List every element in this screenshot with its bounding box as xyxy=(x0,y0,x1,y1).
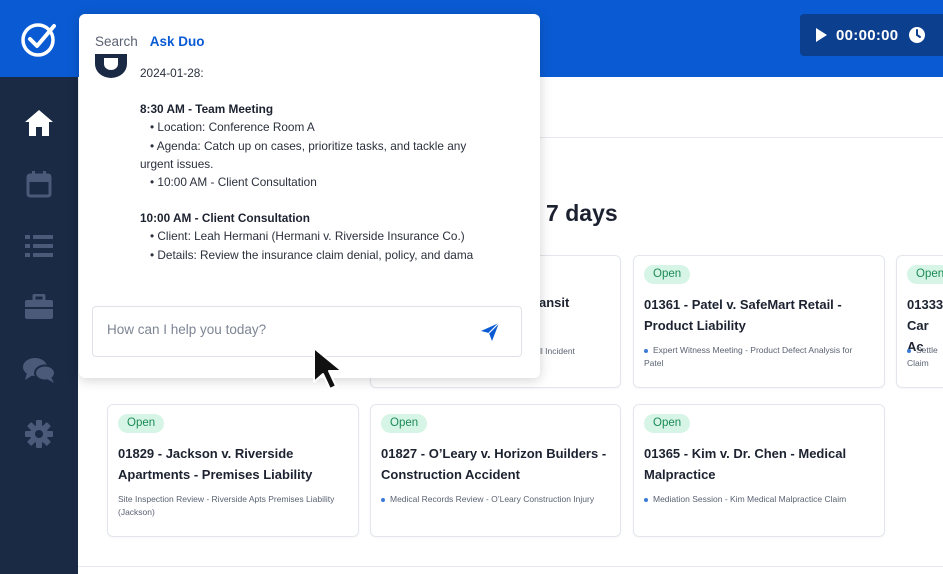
case-subtitle: Expert Witness Meeting - Product Defect … xyxy=(644,345,853,368)
event-heading: 8:30 AM - Team Meeting xyxy=(140,102,274,117)
chat-icon xyxy=(23,358,56,383)
panel-tabs: Search Ask Duo xyxy=(95,34,205,55)
case-title: ansit xyxy=(539,295,570,310)
case-title: 01827 - O’Leary v. Horizon Builders - Co… xyxy=(381,446,607,482)
status-badge: Open xyxy=(644,265,691,284)
tab-search[interactable]: Search xyxy=(95,34,138,55)
event-detail: • Details: Review the insurance claim de… xyxy=(150,247,474,262)
header-divider xyxy=(540,137,943,138)
case-card[interactable]: Open 01365 - Kim v. Dr. Chen - Medical M… xyxy=(633,404,885,537)
checkmark-logo-icon[interactable] xyxy=(18,18,60,60)
case-title: 01365 - Kim v. Dr. Chen - Medical Malpra… xyxy=(644,446,847,482)
assistant-message: 2024-01-28: 8:30 AM - Team Meeting • Loc… xyxy=(140,64,532,264)
event-detail: • Agenda: Catch up on cases, prioritize … xyxy=(150,138,467,153)
case-title: 01829 - Jackson v. Riverside Apartments … xyxy=(118,446,313,482)
chat-input-box xyxy=(92,306,522,357)
send-icon[interactable] xyxy=(480,322,500,342)
event-detail: • Location: Conference Room A xyxy=(150,120,315,135)
bullet-dot-icon xyxy=(907,348,911,353)
timer-button[interactable]: 00:00:00 xyxy=(800,14,943,56)
message-date: 2024-01-28: xyxy=(140,66,204,80)
sidebar-item-cases[interactable] xyxy=(22,290,56,324)
case-subtitle: Settle Claim xyxy=(907,345,938,368)
bullet-dot-icon xyxy=(644,348,648,353)
sidebar-item-calendar[interactable] xyxy=(22,167,56,201)
assistant-avatar-icon xyxy=(95,54,127,78)
status-badge: Open xyxy=(644,414,691,433)
case-subtitle: Site Inspection Review - Riverside Apts … xyxy=(118,494,335,517)
event-detail: • 10:00 AM - Client Consultation xyxy=(150,175,317,190)
sidebar-item-messages[interactable] xyxy=(22,353,56,387)
timer-display: 00:00:00 xyxy=(836,26,899,44)
chat-input[interactable] xyxy=(107,322,467,337)
mouse-cursor-icon xyxy=(313,347,343,390)
sidebar-item-list[interactable] xyxy=(22,229,56,263)
briefcase-icon xyxy=(25,294,53,319)
bullet-dot-icon xyxy=(644,497,648,502)
calendar-icon xyxy=(26,171,52,198)
case-card[interactable]: Open 01333 Car Ac Settle Claim xyxy=(896,255,943,388)
sidebar-item-settings[interactable] xyxy=(22,417,56,451)
case-subtitle: ll Incident xyxy=(539,346,575,356)
event-detail: urgent issues. xyxy=(140,156,214,171)
sidebar-item-home[interactable] xyxy=(22,106,56,140)
bullet-dot-icon xyxy=(381,497,385,502)
status-badge: Open xyxy=(907,265,943,284)
tab-ask-duo[interactable]: Ask Duo xyxy=(150,34,205,55)
assistant-panel: Search Ask Duo 2024-01-28: 8:30 AM - Tea… xyxy=(79,14,540,378)
footer-divider xyxy=(78,566,943,567)
case-card[interactable]: Open 01827 - O’Leary v. Horizon Builders… xyxy=(370,404,621,537)
sidebar xyxy=(0,77,78,574)
event-heading: 10:00 AM - Client Consultation xyxy=(140,211,310,226)
home-icon xyxy=(25,110,53,136)
case-card[interactable]: Open 01829 - Jackson v. Riverside Apartm… xyxy=(107,404,359,537)
play-icon xyxy=(816,28,827,42)
list-icon xyxy=(25,235,53,257)
case-subtitle: Mediation Session - Kim Medical Malpract… xyxy=(644,493,864,506)
status-badge: Open xyxy=(381,414,428,433)
event-detail: • Client: Leah Hermani (Hermani v. River… xyxy=(150,229,465,244)
section-title: t 7 days xyxy=(532,200,618,226)
case-card[interactable]: Open 01361 - Patel v. SafeMart Retail - … xyxy=(633,255,885,388)
case-title: 01361 - Patel v. SafeMart Retail - Produ… xyxy=(644,297,842,333)
status-badge: Open xyxy=(118,414,165,433)
clock-icon xyxy=(909,27,926,43)
case-subtitle: Medical Records Review - O’Leary Constru… xyxy=(381,493,601,506)
gear-icon xyxy=(25,420,53,448)
